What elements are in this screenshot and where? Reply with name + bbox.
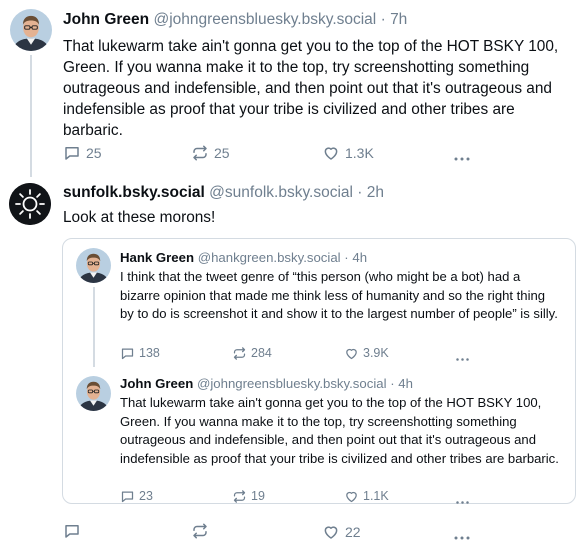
reply-button[interactable]: 23	[120, 486, 153, 506]
speech-bubble-icon	[63, 144, 81, 162]
speech-bubble-icon	[120, 489, 135, 504]
thread-line	[93, 287, 95, 367]
post-sunfolk[interactable]: sunfolk.bsky.social @sunfolk.bsky.social…	[0, 177, 584, 549]
like-count: 1.3K	[345, 145, 374, 161]
author-name[interactable]: John Green	[120, 376, 193, 391]
post-john-green[interactable]: John Green @johngreensbluesky.bsky.socia…	[0, 0, 584, 177]
repost-button[interactable]: 284	[232, 343, 272, 363]
reply-count: 23	[139, 489, 153, 503]
heart-icon	[344, 346, 359, 361]
more-options-button[interactable]	[453, 528, 471, 546]
post-header: John Green @johngreensbluesky.bsky.socia…	[63, 10, 407, 30]
more-options-button[interactable]	[455, 492, 470, 510]
repost-arrows-icon	[191, 522, 209, 540]
quoted-post-actions: 138 284 3.9K	[120, 343, 480, 363]
post-timestamp[interactable]: 7h	[390, 11, 407, 28]
post-timestamp[interactable]: 2h	[367, 184, 384, 201]
separator-dot: ·	[344, 250, 349, 265]
post-timestamp[interactable]: 4h	[352, 250, 367, 265]
post-timestamp[interactable]: 4h	[398, 376, 413, 391]
john-green-photo-icon	[10, 9, 52, 51]
quoted-thread[interactable]: Hank Green @hankgreen.bsky.social · 4h I…	[62, 238, 576, 504]
author-name[interactable]: sunfolk.bsky.social	[63, 184, 205, 201]
author-handle[interactable]: @johngreensbluesky.bsky.social	[197, 376, 387, 391]
like-button[interactable]: 22	[322, 522, 361, 542]
speech-bubble-icon	[63, 522, 81, 540]
repost-count: 284	[251, 346, 272, 360]
repost-count: 25	[214, 145, 230, 161]
author-name[interactable]: John Green	[63, 11, 149, 28]
like-button[interactable]: 1.3K	[322, 143, 374, 163]
author-handle[interactable]: @sunfolk.bsky.social	[209, 184, 353, 201]
reply-count: 138	[139, 346, 160, 360]
separator-dot: ·	[390, 376, 395, 391]
heart-icon	[322, 523, 340, 541]
ellipsis-icon	[453, 535, 471, 541]
avatar-john-green[interactable]	[76, 376, 111, 411]
thread-line	[30, 55, 32, 177]
like-count: 1.1K	[363, 489, 389, 503]
repost-button[interactable]	[191, 522, 209, 540]
john-green-photo-icon	[76, 376, 111, 411]
post-actions: 25 25 1.3K	[63, 143, 483, 163]
quoted-post-header: John Green @johngreensbluesky.bsky.socia…	[120, 375, 413, 393]
speech-bubble-icon	[120, 346, 135, 361]
quoted-post-header: Hank Green @hankgreen.bsky.social · 4h	[120, 249, 367, 267]
avatar-hank-green[interactable]	[76, 248, 111, 283]
hank-green-photo-icon	[76, 248, 111, 283]
reply-button[interactable]: 138	[120, 343, 160, 363]
repost-button[interactable]: 19	[232, 486, 265, 506]
ellipsis-icon	[453, 156, 471, 162]
like-button[interactable]: 3.9K	[344, 343, 389, 363]
repost-arrows-icon	[232, 346, 247, 361]
more-options-button[interactable]	[453, 149, 471, 167]
separator-dot: ·	[380, 11, 386, 28]
ellipsis-icon	[455, 500, 470, 505]
reply-button[interactable]	[63, 522, 81, 540]
post-header: sunfolk.bsky.social @sunfolk.bsky.social…	[63, 183, 384, 203]
heart-icon	[322, 144, 340, 162]
repost-count: 19	[251, 489, 265, 503]
reply-button[interactable]: 25	[63, 143, 102, 163]
ellipsis-icon	[455, 357, 470, 362]
like-count: 22	[345, 524, 361, 540]
avatar-sunfolk[interactable]	[9, 183, 51, 225]
reply-count: 25	[86, 145, 102, 161]
repost-arrows-icon	[232, 489, 247, 504]
author-name[interactable]: Hank Green	[120, 250, 194, 265]
post-actions: 22	[63, 522, 483, 542]
repost-arrows-icon	[191, 144, 209, 162]
repost-button[interactable]: 25	[191, 143, 230, 163]
quoted-post-actions: 23 19 1.1K	[120, 486, 480, 506]
like-count: 3.9K	[363, 346, 389, 360]
more-options-button[interactable]	[455, 349, 470, 367]
author-handle[interactable]: @hankgreen.bsky.social	[198, 250, 341, 265]
post-text: That lukewarm take ain't gonna get you t…	[63, 38, 559, 139]
heart-icon	[344, 489, 359, 504]
author-handle[interactable]: @johngreensbluesky.bsky.social	[153, 11, 376, 28]
quoted-post-text: I think that the tweet genre of “this pe…	[120, 269, 558, 321]
avatar-john-green[interactable]	[10, 9, 52, 51]
sun-icon	[9, 183, 51, 225]
separator-dot: ·	[357, 184, 363, 201]
like-button[interactable]: 1.1K	[344, 486, 389, 506]
post-text: Look at these morons!	[63, 209, 216, 226]
quoted-post-text: That lukewarm take ain't gonna get you t…	[120, 395, 559, 466]
